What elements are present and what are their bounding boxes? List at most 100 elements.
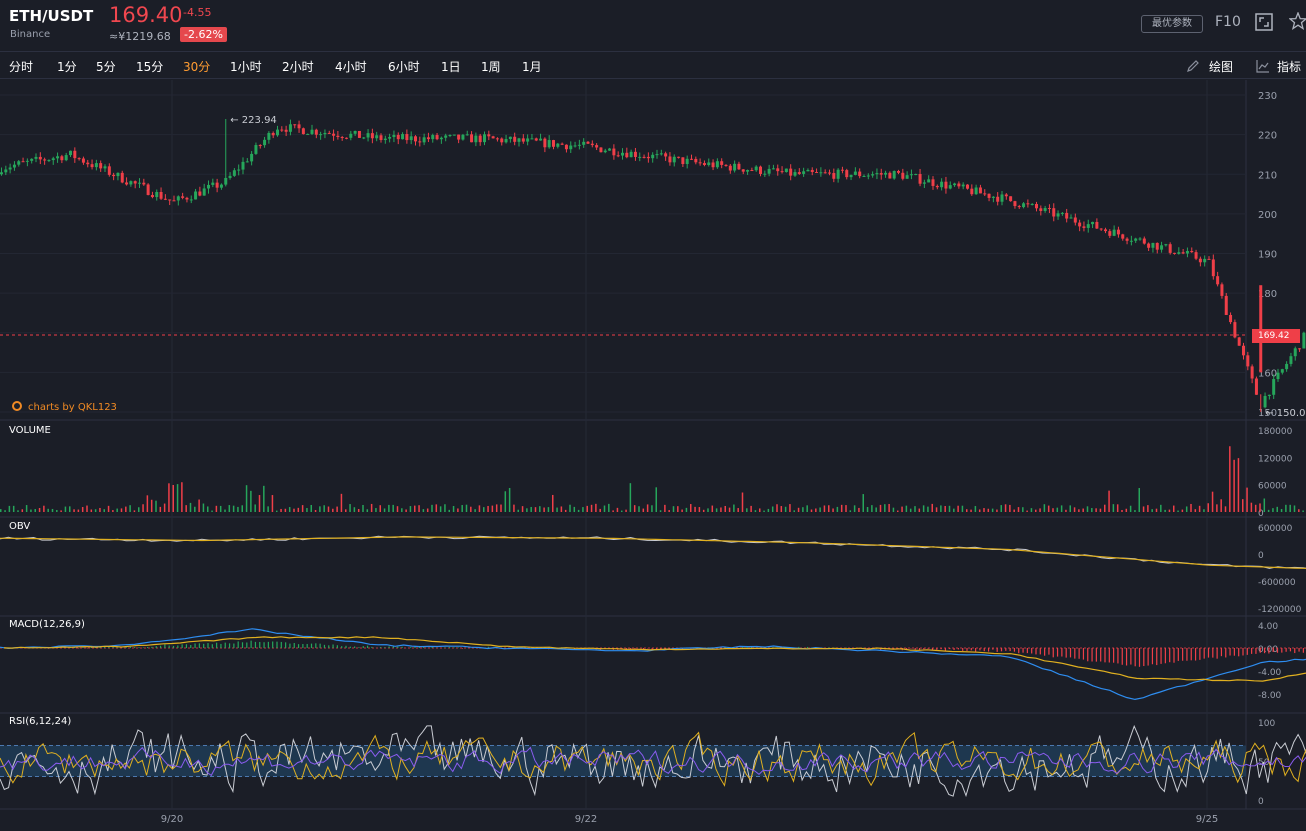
candle-body	[871, 174, 875, 176]
candle-body	[996, 196, 1000, 202]
volume-bar	[815, 508, 817, 512]
candle-body	[232, 170, 236, 176]
volume-bar	[547, 507, 550, 512]
candle-body	[621, 152, 624, 156]
volume-bar	[185, 505, 187, 512]
candle-body	[672, 156, 676, 163]
volume-bar	[457, 508, 459, 512]
candle-body	[1052, 208, 1056, 217]
candle-body	[608, 148, 612, 151]
volume-bar	[513, 504, 515, 512]
volume-bar	[422, 509, 425, 512]
candle-body	[547, 140, 551, 148]
candle-body	[474, 135, 478, 143]
candle-body	[1173, 252, 1176, 254]
volume-bar	[38, 507, 41, 512]
volume-bar	[323, 505, 325, 512]
candle-body	[1017, 206, 1021, 208]
volume-bar	[1017, 507, 1020, 512]
candle-body	[301, 128, 305, 135]
volume-bar	[1091, 508, 1093, 512]
candle-body	[1060, 212, 1064, 214]
candle-body	[1293, 348, 1297, 357]
volume-bar	[448, 509, 450, 512]
volume-bar	[207, 506, 209, 512]
volume-bar	[495, 504, 498, 512]
volume-bar	[241, 505, 243, 512]
candle-body	[539, 138, 543, 141]
candle-body	[362, 137, 366, 139]
candle-body	[1035, 203, 1038, 209]
volume-bar	[690, 504, 692, 512]
volume-bar	[388, 504, 390, 512]
candle-body	[698, 162, 702, 164]
candle-body	[8, 167, 12, 170]
volume-bar	[470, 506, 472, 512]
candle-body	[345, 137, 348, 139]
candle-body	[573, 145, 577, 147]
candle-body	[1129, 240, 1133, 242]
candle-body	[1280, 369, 1284, 373]
candle-body	[1302, 332, 1306, 349]
candle-body	[750, 170, 754, 172]
x-tick-label: 9/22	[575, 814, 597, 825]
candle-body	[1116, 229, 1120, 235]
volume-bar	[991, 508, 994, 512]
volume-bar	[866, 507, 869, 512]
candle-body	[120, 172, 124, 183]
volume-bar	[810, 509, 813, 512]
volume-bar	[771, 506, 774, 512]
volume-bar	[1211, 491, 1214, 512]
candle-body	[258, 145, 262, 147]
volume-bar	[517, 509, 519, 512]
candle-body	[1138, 238, 1142, 240]
candle-body	[577, 144, 581, 146]
candle-body	[116, 172, 120, 177]
volume-bar	[823, 505, 826, 512]
volume-bar	[1298, 509, 1300, 512]
volume-bar	[1052, 508, 1054, 512]
volume-bar	[646, 504, 649, 512]
volume-bar	[1276, 506, 1278, 512]
volume-bar	[914, 506, 916, 512]
volume-bar	[465, 504, 468, 512]
candle-body	[513, 136, 517, 142]
volume-bar	[81, 507, 84, 512]
volume-bar	[1173, 505, 1175, 512]
candle-body	[379, 135, 383, 141]
volume-bar	[0, 509, 2, 512]
candle-body	[1022, 203, 1026, 208]
candle-body	[439, 137, 443, 140]
candle-body	[207, 184, 210, 189]
volume-bar	[845, 505, 847, 512]
volume-bar	[1293, 505, 1296, 512]
price-y-tick-label: 230	[1258, 91, 1277, 102]
volume-bar	[1086, 506, 1089, 512]
volume-bar	[142, 504, 144, 512]
volume-bar	[927, 506, 929, 512]
volume-bar	[1216, 504, 1218, 512]
volume-bar	[306, 508, 308, 512]
macd-dif-line	[0, 628, 1306, 701]
volume-bar	[1095, 508, 1097, 512]
candle-body	[1207, 258, 1211, 260]
volume-bar	[129, 505, 131, 512]
volume-bar	[819, 507, 821, 512]
candle-body	[715, 161, 719, 168]
candle-body	[970, 188, 974, 195]
volume-bar	[1069, 505, 1071, 512]
candle-body	[1009, 196, 1013, 202]
volume-bar	[202, 503, 205, 512]
candle-body	[560, 143, 564, 145]
candle-body	[401, 134, 405, 140]
candle-body	[1250, 366, 1254, 379]
volume-bar	[586, 505, 588, 512]
volume-bar	[271, 495, 274, 512]
chart-canvas[interactable]: 9/209/229/259/279/2910/22302202102001901…	[0, 0, 1306, 831]
volume-bar	[1194, 509, 1197, 512]
candle-body	[457, 134, 461, 140]
volume-bar	[651, 505, 653, 512]
candle-body	[64, 155, 68, 161]
volume-bar	[608, 503, 610, 512]
candle-body	[1194, 252, 1198, 259]
